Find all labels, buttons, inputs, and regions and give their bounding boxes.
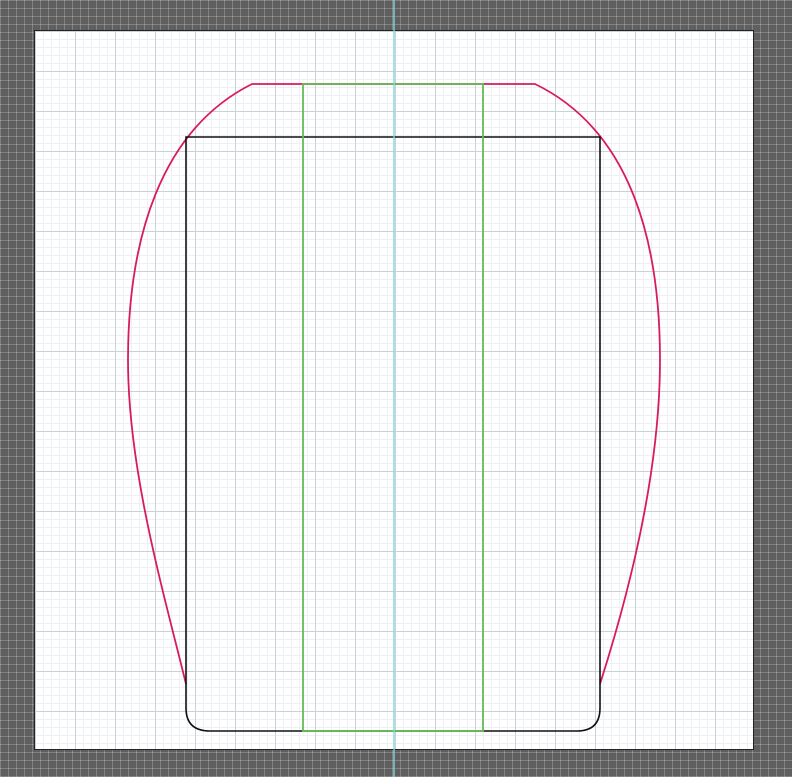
workspace [0,0,792,777]
